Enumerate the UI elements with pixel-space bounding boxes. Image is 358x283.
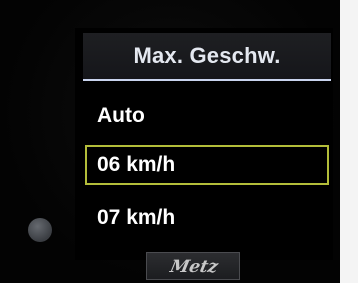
menu-title: Max. Geschw. [83, 33, 331, 79]
metz-logo-icon: Metz [146, 252, 240, 280]
title-underline [83, 79, 331, 81]
round-button-icon[interactable] [28, 218, 52, 242]
menu-item-06-kmh[interactable]: 06 km/h [85, 145, 329, 185]
metz-logo-graphic: Metz [167, 257, 221, 277]
device-housing: Max. Geschw. Auto 06 km/h 07 km/h Metz [0, 0, 358, 283]
svg-text:Metz: Metz [167, 257, 221, 277]
background-edge [340, 0, 358, 283]
menu-item-auto[interactable]: Auto [85, 96, 329, 136]
menu-item-07-kmh[interactable]: 07 km/h [85, 198, 329, 238]
